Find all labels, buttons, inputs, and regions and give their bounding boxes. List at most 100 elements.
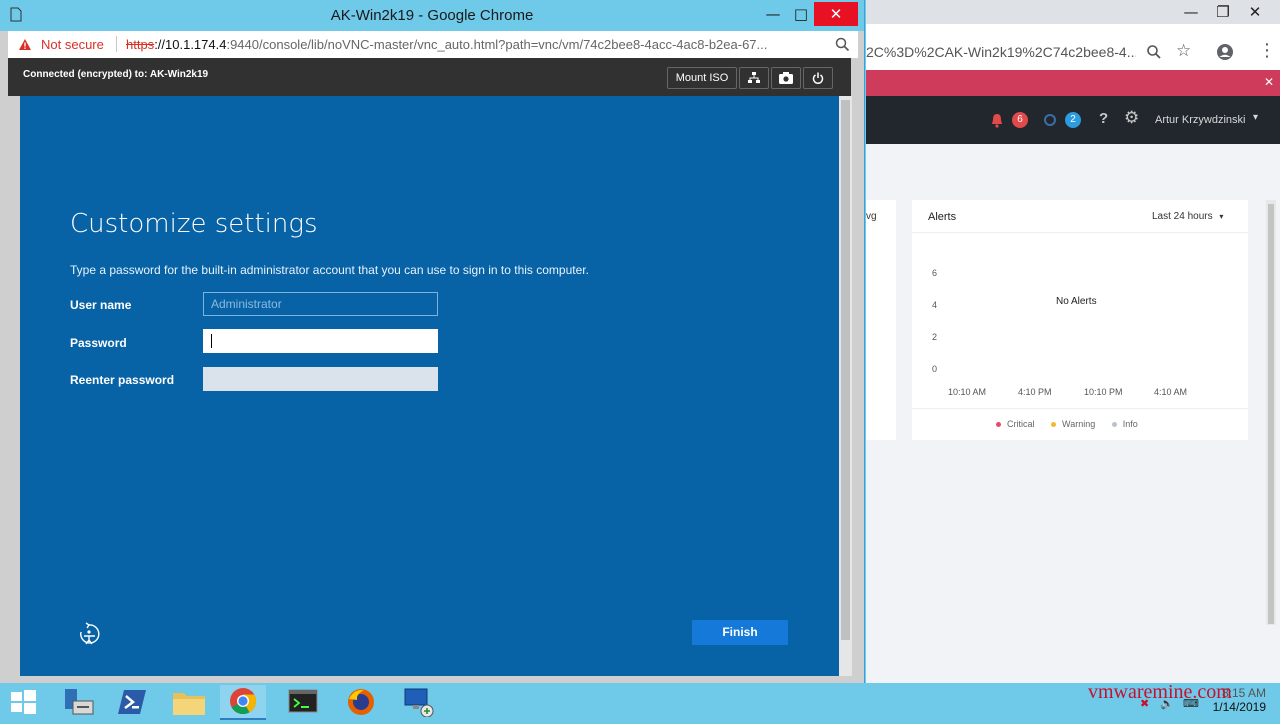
- notification-banner: ✕: [866, 70, 1280, 96]
- address-bar[interactable]: Not secure https://10.1.174.4:9440/conso…: [8, 31, 858, 58]
- zoom-icon[interactable]: [1146, 44, 1162, 60]
- remote-desktop-icon: [404, 688, 434, 718]
- legend-label: Info: [1122, 419, 1138, 429]
- chrome-icon: [230, 688, 257, 715]
- watermark-text: vmwaremine.com: [1088, 681, 1232, 703]
- cut-widget: vg: [866, 200, 896, 440]
- tasks-circle-icon[interactable]: [1043, 113, 1057, 127]
- tasks-count-badge[interactable]: 2: [1065, 112, 1081, 128]
- prism-top-nav: 6 2 ? ⚙ Artur Krzywdzinski ▾: [866, 96, 1280, 144]
- reenter-password-label: Reenter password: [70, 373, 175, 387]
- background-url-text[interactable]: 2C%3D%2CAK-Win2k19%2C74c2bee8-4...: [866, 44, 1136, 60]
- console-scrollbar[interactable]: [839, 96, 852, 676]
- close-icon[interactable]: ✕: [1240, 2, 1270, 22]
- terminal-icon: [288, 689, 318, 713]
- vnc-control-bar: Connected (encrypted) to: AK-Win2k19 Mou…: [8, 58, 851, 96]
- network-icon-button[interactable]: [739, 67, 769, 89]
- password-label: Password: [70, 336, 127, 350]
- x-tick: 4:10 PM: [1018, 387, 1052, 397]
- alerts-widget-title: Alerts: [928, 211, 957, 223]
- alerts-count-badge[interactable]: 6: [1012, 112, 1028, 128]
- background-browser-window[interactable]: — ❐ ✕ 2C%3D%2CAK-Win2k19%2C74c2bee8-4...…: [866, 0, 1280, 683]
- background-address-bar[interactable]: 2C%3D%2CAK-Win2k19%2C74c2bee8-4... ☆ ⋮: [866, 34, 1280, 71]
- url-host: ://10.1.174.4: [154, 37, 227, 52]
- divider: [912, 408, 1248, 409]
- divider: [116, 36, 117, 52]
- server-manager-icon: [65, 689, 94, 715]
- maximize-icon[interactable]: □: [786, 4, 816, 24]
- power-button[interactable]: [803, 67, 833, 89]
- close-icon[interactable]: ✕: [814, 2, 858, 26]
- tab-strip-spacer: [866, 24, 1280, 34]
- terminal-taskbar-item[interactable]: [280, 685, 326, 718]
- y-tick: 0: [932, 364, 938, 374]
- banner-close-icon[interactable]: ✕: [1264, 75, 1274, 89]
- minimize-icon[interactable]: —: [1176, 2, 1206, 22]
- zoom-icon[interactable]: [835, 37, 850, 52]
- user-menu[interactable]: Artur Krzywdzinski: [1155, 114, 1245, 126]
- help-icon[interactable]: ?: [1099, 110, 1108, 127]
- username-field[interactable]: [203, 292, 438, 316]
- warning-icon[interactable]: [18, 38, 32, 51]
- firefox-icon: [348, 689, 374, 715]
- alerts-widget: Alerts Last 24 hours ▾ 6 4 2 0 No Alerts…: [912, 200, 1248, 440]
- gear-icon[interactable]: ⚙: [1124, 108, 1139, 128]
- server-manager-taskbar-item[interactable]: [54, 685, 100, 718]
- bell-icon[interactable]: [990, 113, 1004, 128]
- reenter-password-field[interactable]: [203, 367, 438, 391]
- connection-status: Connected (encrypted) to: AK-Win2k19: [23, 69, 209, 80]
- vm-screen[interactable]: Customize settings Type a password for t…: [20, 96, 839, 676]
- url-scheme: https: [126, 37, 155, 52]
- console-scrollbar-thumb[interactable]: [841, 100, 850, 640]
- page-scrollbar-thumb[interactable]: [1268, 204, 1274, 624]
- legend-dot: [996, 422, 1001, 428]
- legend-item-info: Info: [1111, 419, 1138, 429]
- powershell-icon: [118, 690, 146, 714]
- divider: [912, 232, 1248, 233]
- folder-icon: [173, 693, 205, 715]
- menu-dots-icon[interactable]: ⋮: [1258, 40, 1276, 61]
- y-tick: 4: [932, 300, 938, 310]
- url-text[interactable]: https://10.1.174.4:9440/console/lib/noVN…: [126, 37, 826, 52]
- time-range-dropdown[interactable]: Last 24 hours ▾: [1152, 211, 1223, 222]
- x-tick: 10:10 PM: [1084, 387, 1123, 397]
- y-tick: 6: [932, 268, 938, 278]
- window-title-bar[interactable]: AK-Win2k19 - Google Chrome — □ ✕: [0, 0, 864, 31]
- chevron-down-icon[interactable]: ▾: [1253, 112, 1258, 123]
- console-gutter: [8, 96, 20, 676]
- not-secure-label[interactable]: Not secure: [41, 37, 104, 52]
- vnc-console-window[interactable]: AK-Win2k19 - Google Chrome — □ ✕ Not sec…: [0, 0, 864, 683]
- mount-iso-button[interactable]: Mount ISO: [667, 67, 737, 89]
- url-path: :9440/console/lib/noVNC-master/vnc_auto.…: [226, 37, 768, 52]
- x-tick: 10:10 AM: [948, 387, 987, 397]
- network-icon: [748, 72, 760, 83]
- firefox-taskbar-item[interactable]: [338, 685, 384, 718]
- legend-item-warning: Warning: [1051, 419, 1095, 429]
- chrome-taskbar-item[interactable]: [220, 685, 266, 720]
- chart-legend: Critical Warning Info: [996, 419, 1138, 429]
- ease-of-access-icon[interactable]: [75, 620, 103, 648]
- cut-widget-title: vg: [866, 211, 877, 222]
- file-explorer-taskbar-item[interactable]: [166, 685, 212, 718]
- legend-dot: [1111, 422, 1117, 428]
- power-icon: [812, 72, 824, 84]
- windows-start-icon[interactable]: [10, 690, 36, 714]
- remote-desktop-taskbar-item[interactable]: [396, 685, 442, 718]
- instruction-text: Type a password for the built-in adminis…: [70, 263, 589, 277]
- no-alerts-message: No Alerts: [1056, 296, 1097, 307]
- powershell-taskbar-item[interactable]: [110, 685, 156, 718]
- camera-icon: [779, 72, 793, 84]
- restore-icon[interactable]: ❐: [1208, 2, 1238, 22]
- username-label: User name: [70, 298, 132, 312]
- background-title-bar[interactable]: — ❐ ✕: [866, 0, 1280, 24]
- screenshot-button[interactable]: [771, 67, 801, 89]
- legend-label: Warning: [1062, 419, 1096, 429]
- dashboard-content: vg Alerts Last 24 hours ▾ 6 4 2 0 No Ale…: [866, 144, 1280, 683]
- page-scrollbar[interactable]: [1266, 200, 1276, 625]
- finish-button[interactable]: Finish: [692, 620, 788, 645]
- windows-taskbar: ✖ 🔉 ⌨ 8:15 AM 1/14/2019 vmwaremine.com: [0, 681, 1280, 720]
- bookmark-star-icon[interactable]: ☆: [1176, 41, 1191, 61]
- password-field[interactable]: [203, 329, 438, 353]
- account-icon[interactable]: [1216, 43, 1234, 61]
- minimize-icon[interactable]: —: [758, 4, 788, 24]
